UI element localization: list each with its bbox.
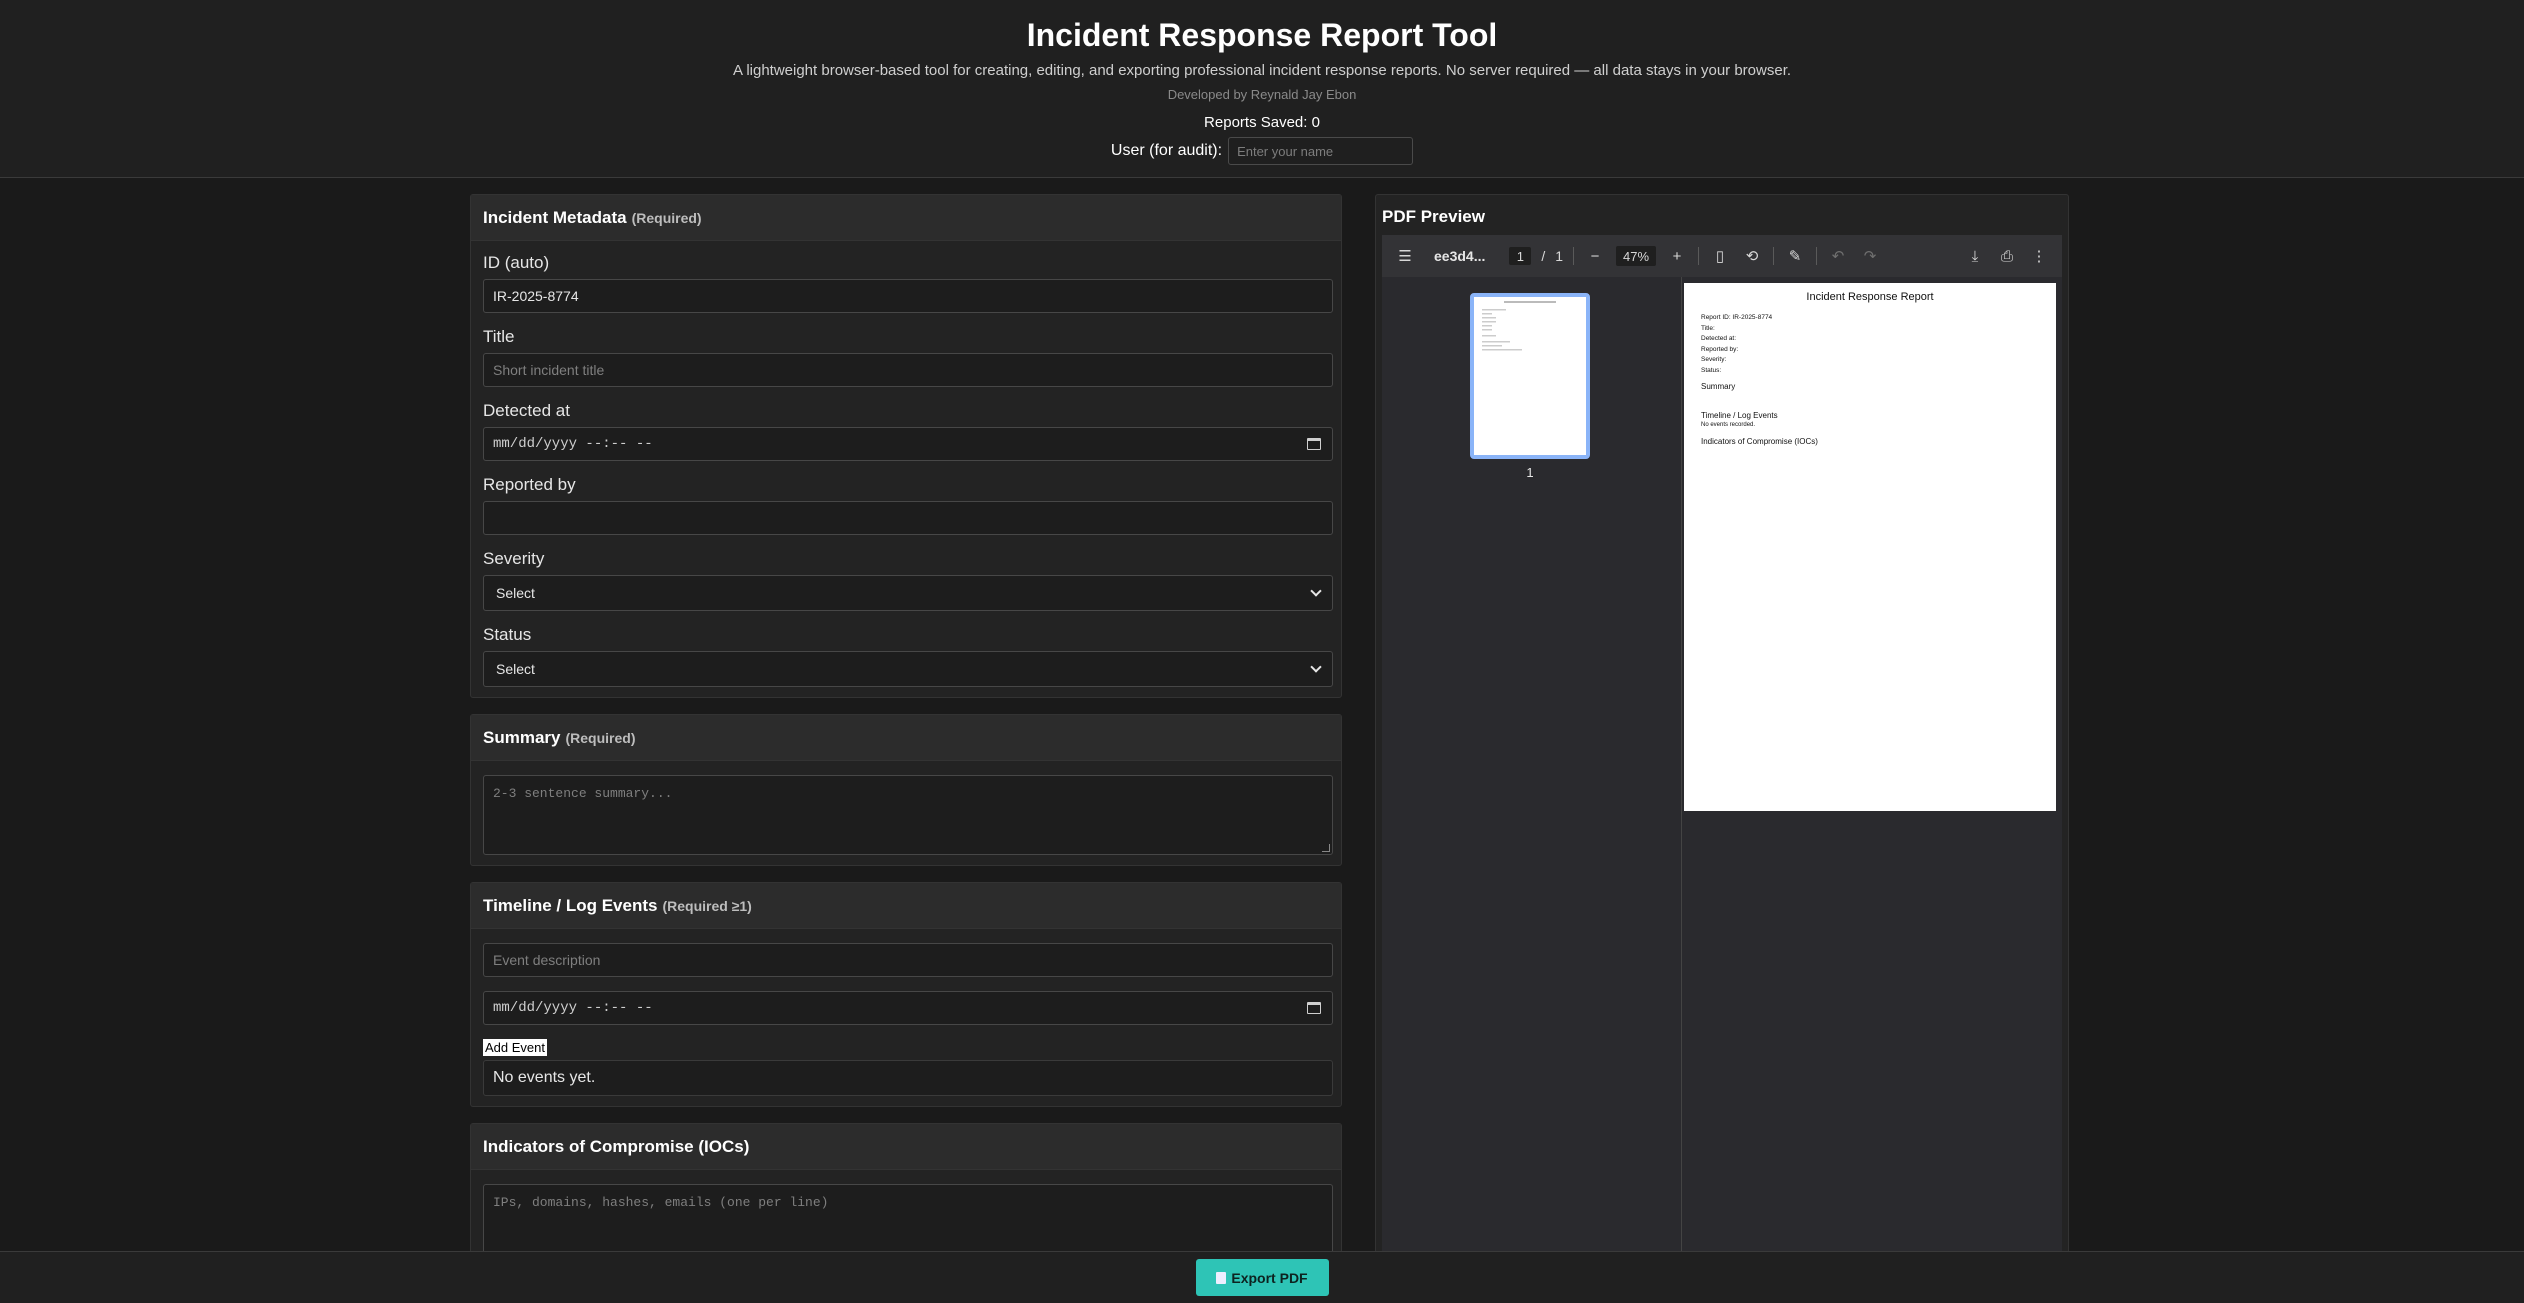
user-audit-row: User (for audit): xyxy=(0,137,2524,165)
incident-metadata-card: Incident Metadata (Required) ID (auto) I… xyxy=(470,194,1342,698)
event-description-input[interactable]: Event description xyxy=(483,943,1333,977)
menu-icon[interactable]: ☰ xyxy=(1394,245,1416,267)
events-empty-state: No events yet. xyxy=(483,1060,1333,1096)
page-subtitle: A lightweight browser-based tool for cre… xyxy=(732,62,1792,79)
page-title: Incident Response Report Tool xyxy=(1026,17,1498,53)
pdf-metadata-block: Report ID: IR-2025-8774 Title: Detected … xyxy=(1701,313,2056,376)
severity-select[interactable]: Select xyxy=(483,575,1333,611)
page-thumbnail[interactable] xyxy=(1470,293,1590,459)
page-total: 1 xyxy=(1555,248,1564,264)
pdf-preview-panel: PDF Preview ☰ ee3d4... 1 / 1 − 47% + ▯ ⟲… xyxy=(1375,194,2069,1255)
detected-datetime-value: mm/dd/yyyy --:-- -- xyxy=(493,436,653,452)
status-label: Status xyxy=(483,625,532,644)
redo-icon[interactable]: ↷ xyxy=(1859,245,1881,267)
severity-selected-value: Select xyxy=(496,585,535,601)
pdf-report-title: Incident Response Report xyxy=(1806,291,1934,303)
zoom-out-icon[interactable]: − xyxy=(1584,245,1606,267)
event-datetime-value: mm/dd/yyyy --:-- -- xyxy=(493,1000,653,1016)
toolbar-divider xyxy=(1773,247,1775,265)
required-tag: (Required ≥1) xyxy=(662,897,752,914)
required-tag: (Required) xyxy=(631,209,702,226)
iocs-placeholder: IPs, domains, hashes, emails (one per li… xyxy=(493,1195,829,1210)
rotate-icon[interactable]: ⟲ xyxy=(1741,245,1763,267)
calendar-icon[interactable] xyxy=(1307,1002,1321,1014)
summary-textarea[interactable]: 2-3 sentence summary... xyxy=(483,775,1333,855)
event-datetime-input[interactable]: mm/dd/yyyy --:-- -- xyxy=(483,991,1333,1025)
reported-by-input[interactable] xyxy=(483,501,1333,535)
chevron-down-icon xyxy=(1310,661,1322,673)
toolbar-divider xyxy=(1573,247,1575,265)
iocs-heading: Indicators of Compromise (IOCs) xyxy=(471,1124,1341,1170)
pdf-summary-heading: Summary xyxy=(1701,382,1736,391)
action-bar: Export PDF xyxy=(0,1251,2524,1303)
pdf-toolbar: ☰ ee3d4... 1 / 1 − 47% + ▯ ⟲ ✎ ↶ ↷ ⤓ ⎙ ⋮ xyxy=(1382,235,2062,277)
resize-handle[interactable] xyxy=(1322,844,1330,852)
pdf-title-line: Title: xyxy=(1701,324,1715,332)
export-pdf-button[interactable]: Export PDF xyxy=(1195,1259,1329,1296)
export-pdf-label: Export PDF xyxy=(1231,1269,1308,1286)
id-field[interactable]: IR-2025-8774 xyxy=(483,279,1333,313)
toolbar-divider xyxy=(1816,247,1818,265)
summary-heading: Summary (Required) xyxy=(471,715,1341,761)
report-form: Incident Metadata (Required) ID (auto) I… xyxy=(470,194,1342,1291)
pdf-timeline-heading: Timeline / Log Events xyxy=(1701,411,1778,420)
summary-placeholder: 2-3 sentence summary... xyxy=(493,786,673,801)
pdf-detected-line: Detected at: xyxy=(1701,335,1737,342)
reports-saved-count: Reports Saved: 0 xyxy=(1204,114,1320,131)
more-icon[interactable]: ⋮ xyxy=(2028,245,2050,267)
page-separator: / xyxy=(1541,248,1546,264)
thumbnail-page-number: 1 xyxy=(1526,465,1534,480)
page-number-input[interactable]: 1 xyxy=(1509,247,1532,265)
thumbnail-content xyxy=(1482,301,1556,351)
timeline-card: Timeline / Log Events (Required ≥1) Even… xyxy=(470,882,1342,1107)
status-selected-value: Select xyxy=(496,661,535,677)
incident-metadata-heading: Incident Metadata (Required) xyxy=(471,195,1341,241)
pdf-page: Incident Response Report Report ID: IR-2… xyxy=(1684,283,2056,811)
undo-icon[interactable]: ↶ xyxy=(1827,245,1849,267)
document-icon xyxy=(1216,1271,1227,1284)
chevron-down-icon xyxy=(1310,585,1322,597)
timeline-heading: Timeline / Log Events (Required ≥1) xyxy=(471,883,1341,929)
pdf-no-events: No events recorded. xyxy=(1701,422,1756,428)
reported-by-label: Reported by xyxy=(483,475,576,494)
zoom-in-icon[interactable]: + xyxy=(1666,245,1688,267)
summary-card: Summary (Required) 2-3 sentence summary.… xyxy=(470,714,1342,866)
pdf-viewer: ☰ ee3d4... 1 / 1 − 47% + ▯ ⟲ ✎ ↶ ↷ ⤓ ⎙ ⋮ xyxy=(1382,235,2062,1255)
detected-datetime-input[interactable]: mm/dd/yyyy --:-- -- xyxy=(483,427,1333,461)
required-tag: (Required) xyxy=(565,729,636,746)
pdf-severity-line: Severity: xyxy=(1701,356,1727,363)
fit-page-icon[interactable]: ▯ xyxy=(1709,245,1731,267)
draw-icon[interactable]: ✎ xyxy=(1784,245,1806,267)
download-icon[interactable]: ⤓ xyxy=(1964,245,1986,267)
detected-label: Detected at xyxy=(483,401,570,420)
calendar-icon[interactable] xyxy=(1307,438,1321,450)
status-select[interactable]: Select xyxy=(483,651,1333,687)
pdf-filename: ee3d4... xyxy=(1434,248,1486,264)
user-label: User (for audit): xyxy=(1110,142,1223,159)
id-label: ID (auto) xyxy=(483,253,550,272)
pdf-reported-line: Reported by: xyxy=(1701,345,1739,353)
developer-credit: Developed by Reynald Jay Ebon xyxy=(1167,87,1357,102)
zoom-level[interactable]: 47% xyxy=(1616,246,1657,266)
title-label: Title xyxy=(483,327,515,346)
pdf-preview-heading: PDF Preview xyxy=(1382,207,1485,226)
toolbar-divider xyxy=(1698,247,1700,265)
print-icon[interactable]: ⎙ xyxy=(1996,245,2018,267)
app-header: Incident Response Report Tool A lightwei… xyxy=(0,0,2524,178)
thumbnail-sidebar: 1 xyxy=(1382,277,1682,1255)
pdf-ioc-heading: Indicators of Compromise (IOCs) xyxy=(1701,437,1818,446)
add-event-button[interactable]: Add Event xyxy=(483,1039,547,1056)
pdf-report-id: Report ID: IR-2025-8774 xyxy=(1701,314,1773,321)
user-name-input[interactable] xyxy=(1228,137,1414,165)
severity-label: Severity xyxy=(483,549,545,568)
pdf-status-line: Status: xyxy=(1701,366,1722,374)
title-input[interactable]: Short incident title xyxy=(483,353,1333,387)
